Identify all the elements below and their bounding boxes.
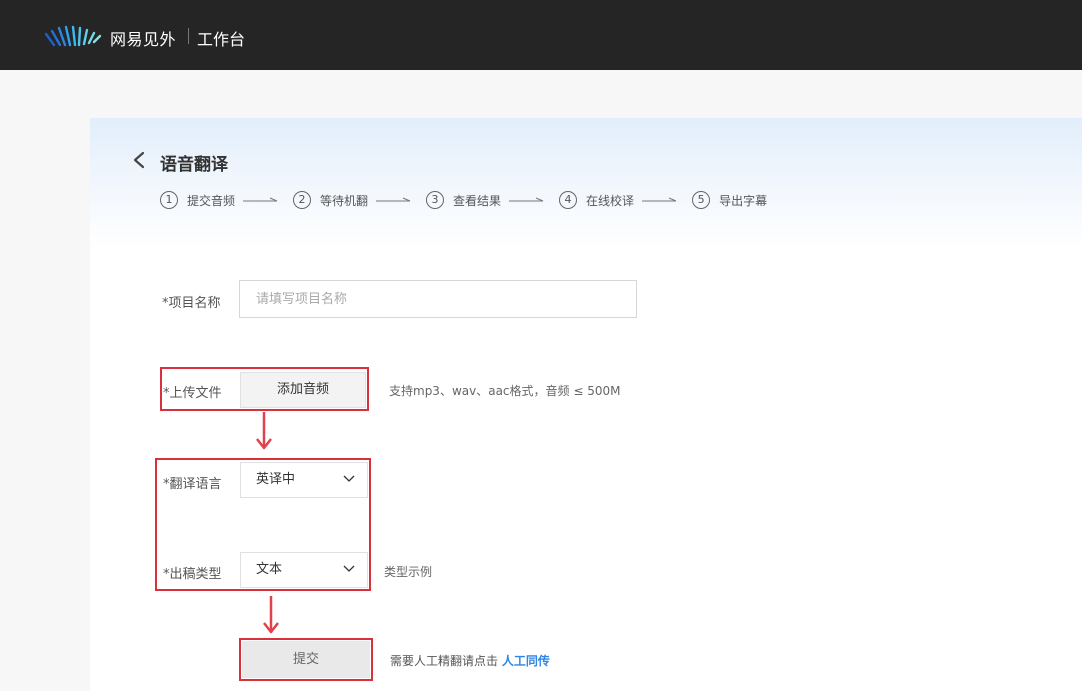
step-number: 2 (293, 191, 312, 209)
step-arrow-icon (376, 197, 411, 202)
project-name-input[interactable] (239, 280, 637, 318)
step-1: 1 提交音频 (160, 191, 235, 209)
page-title: 语音翻译 (160, 155, 228, 175)
project-name-label: *项目名称 (162, 296, 221, 311)
submit-hint: 需要人工精翻请点击 人工同传 (390, 652, 550, 669)
language-value: 英译中 (256, 472, 296, 487)
type-example-link[interactable]: 类型示例 (384, 563, 432, 580)
waves-logo-icon (44, 25, 102, 47)
language-label: *翻译语言 (163, 477, 222, 492)
chevron-down-icon (343, 565, 355, 572)
step-2: 2 等待机翻 (293, 191, 368, 209)
workspace-link[interactable]: 工作台 (197, 26, 245, 50)
output-type-value: 文本 (256, 562, 283, 577)
step-3: 3 查看结果 (426, 191, 501, 209)
chevron-down-icon (343, 475, 355, 482)
step-label: 查看结果 (453, 193, 502, 208)
step-arrow-icon (243, 197, 278, 202)
manual-interpretation-link[interactable]: 人工同传 (502, 654, 550, 668)
upload-hint: 支持mp3、wav、aac格式，音频 ≤ 500M (389, 384, 621, 398)
top-bar: 网易见外 工作台 (0, 0, 1082, 70)
add-audio-button[interactable]: 添加音频 (240, 372, 366, 408)
step-progress: 1 提交音频 2 等待机翻 3 查看结果 4 在线校译 5 导出字幕 (160, 190, 767, 210)
step-label: 在线校译 (586, 193, 635, 208)
back-arrow-icon[interactable] (132, 151, 146, 169)
step-number: 1 (160, 191, 178, 209)
submit-hint-text: 需要人工精翻请点击 (390, 654, 499, 668)
step-arrow-icon (642, 197, 677, 202)
brand-name: 网易见外 (110, 30, 177, 49)
submit-button[interactable]: 提交 (242, 641, 370, 678)
upload-label: *上传文件 (163, 386, 222, 401)
step-label: 导出字幕 (719, 193, 768, 208)
output-type-label: *出稿类型 (163, 567, 222, 582)
step-arrow-icon (509, 197, 544, 202)
step-label: 提交音频 (187, 193, 236, 208)
output-type-select[interactable]: 文本 (240, 552, 368, 588)
language-select[interactable]: 英译中 (240, 462, 368, 498)
red-arrow-icon (263, 596, 279, 634)
step-number: 3 (426, 191, 445, 209)
step-number: 5 (692, 191, 711, 209)
step-4: 4 在线校译 (559, 191, 634, 209)
step-label: 等待机翻 (320, 193, 369, 208)
brand-divider (188, 28, 189, 44)
step-5: 5 导出字幕 (692, 191, 767, 209)
step-number: 4 (559, 191, 578, 209)
red-arrow-icon (256, 412, 272, 450)
